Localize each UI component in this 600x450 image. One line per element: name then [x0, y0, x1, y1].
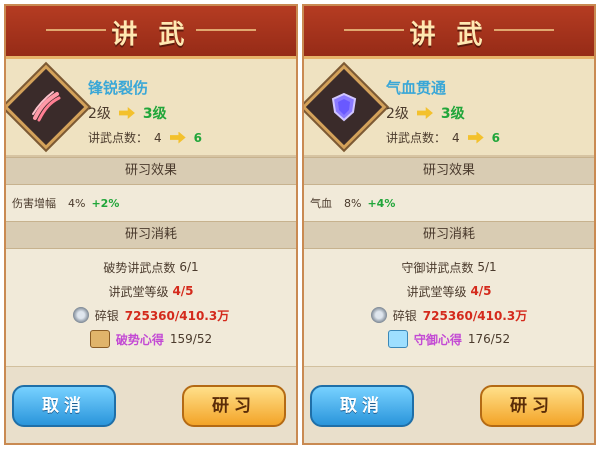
- effect-delta: +2%: [91, 196, 120, 210]
- cost-header: 研习消耗: [6, 221, 296, 249]
- arrow-right-icon: [416, 107, 433, 119]
- cost-hall-label: 讲武堂等级: [406, 284, 467, 299]
- level-from: 2级: [386, 106, 409, 122]
- title-flare-right: [196, 29, 256, 31]
- cost-points-label: 破势讲武点数: [103, 260, 176, 275]
- points-row: 讲武点数： 4 6: [386, 129, 500, 146]
- cost-points-value: 5/1: [477, 260, 497, 274]
- scroll-icon: [387, 330, 408, 348]
- button-bar: 取消 研习: [304, 366, 594, 443]
- points-row: 讲武点数： 4 6: [88, 129, 202, 146]
- cost-hall-row: 讲武堂等级 4/5: [304, 279, 594, 303]
- effect-row: 气血 8% +4%: [304, 185, 594, 221]
- arrow-right-icon: [118, 107, 135, 119]
- silver-coin-icon: [370, 307, 387, 323]
- title-bar: 讲 武: [6, 6, 296, 59]
- shield-aura-icon: [325, 88, 363, 126]
- cost-points-label: 守御讲武点数: [401, 260, 474, 275]
- cost-silver-label: 碎银: [392, 308, 417, 323]
- panel-title: 讲 武: [111, 20, 191, 50]
- claw-slash-icon: [27, 88, 65, 126]
- cost-item-label: 破势心得: [115, 332, 164, 347]
- cost-header: 研习消耗: [304, 221, 594, 249]
- level-row: 2级 3级: [386, 103, 465, 123]
- cost-silver-row: 碎银 725360/410.3万: [6, 303, 296, 327]
- cost-hall-value: 4/5: [470, 284, 492, 298]
- cost-silver-label: 碎银: [94, 308, 119, 323]
- arrow-right-icon: [169, 131, 186, 144]
- points-from: 4: [154, 130, 162, 145]
- study-panel-right: 讲 武 气血贯通 2级 3级 讲武点数： 4 6 研习效果 气血 8% +4% …: [302, 4, 596, 445]
- points-label: 讲武点数：: [88, 131, 149, 145]
- level-to: 3级: [440, 106, 465, 122]
- cost-hall-row: 讲武堂等级 4/5: [6, 279, 296, 303]
- study-panel-left: 讲 武 锋锐裂伤 2级 3级 讲武点数： 4 6 研习效果 伤害增幅 4% +2…: [4, 4, 298, 445]
- cost-silver-value: 725360/410.3万: [422, 308, 528, 323]
- study-button[interactable]: 研习: [182, 385, 286, 427]
- skill-name: 气血贯通: [386, 79, 447, 97]
- cost-list: 守御讲武点数 5/1 讲武堂等级 4/5 碎银 725360/410.3万 守御…: [304, 249, 594, 351]
- points-label: 讲武点数：: [386, 131, 447, 145]
- effect-row: 伤害增幅 4% +2%: [6, 185, 296, 221]
- points-to: 6: [491, 130, 501, 145]
- cost-item-row: 守御心得 176/52: [304, 327, 594, 351]
- level-row: 2级 3级: [88, 103, 167, 123]
- skill-header: 锋锐裂伤 2级 3级 讲武点数： 4 6: [6, 59, 296, 157]
- effect-value: 4%: [68, 196, 86, 210]
- cost-list: 破势讲武点数 6/1 讲武堂等级 4/5 碎银 725360/410.3万 破势…: [6, 249, 296, 351]
- cost-silver-row: 碎银 725360/410.3万: [304, 303, 594, 327]
- cost-points-row: 守御讲武点数 5/1: [304, 255, 594, 279]
- cost-points-value: 6/1: [179, 260, 199, 274]
- scroll-icon: [89, 330, 110, 348]
- silver-coin-icon: [72, 307, 89, 323]
- cost-hall-label: 讲武堂等级: [108, 284, 169, 299]
- points-to: 6: [193, 130, 203, 145]
- cost-points-row: 破势讲武点数 6/1: [6, 255, 296, 279]
- cost-item-label: 守御心得: [413, 332, 462, 347]
- title-flare-right: [494, 29, 554, 31]
- effect-label: 伤害增幅: [12, 197, 56, 210]
- button-bar: 取消 研习: [6, 366, 296, 443]
- skill-icon-frame: [6, 64, 89, 150]
- effect-header: 研习效果: [304, 157, 594, 185]
- study-button[interactable]: 研习: [480, 385, 584, 427]
- effect-header: 研习效果: [6, 157, 296, 185]
- cost-hall-value: 4/5: [172, 284, 194, 298]
- panel-title: 讲 武: [409, 20, 489, 50]
- title-bar: 讲 武: [304, 6, 594, 59]
- skill-name: 锋锐裂伤: [88, 79, 149, 97]
- level-to: 3级: [142, 106, 167, 122]
- cost-silver-value: 725360/410.3万: [124, 308, 230, 323]
- cancel-button[interactable]: 取消: [310, 385, 414, 427]
- arrow-right-icon: [467, 131, 484, 144]
- level-from: 2级: [88, 106, 111, 122]
- cancel-button[interactable]: 取消: [12, 385, 116, 427]
- skill-icon-frame: [304, 64, 387, 150]
- skill-header: 气血贯通 2级 3级 讲武点数： 4 6: [304, 59, 594, 157]
- cost-item-value: 159/52: [169, 332, 213, 346]
- effect-label: 气血: [310, 197, 332, 210]
- points-from: 4: [452, 130, 460, 145]
- effect-delta: +4%: [367, 196, 396, 210]
- cost-item-value: 176/52: [467, 332, 511, 346]
- cost-item-row: 破势心得 159/52: [6, 327, 296, 351]
- effect-value: 8%: [344, 196, 362, 210]
